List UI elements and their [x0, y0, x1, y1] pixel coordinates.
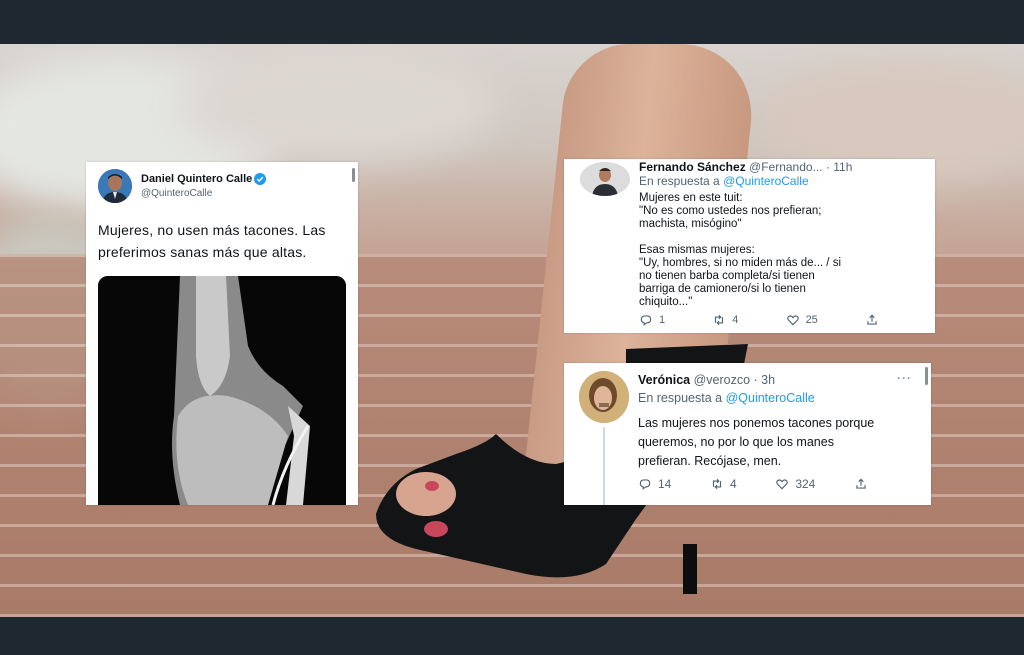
retweet-icon	[715, 314, 724, 326]
reply-context: En respuesta a @QuinteroCalle	[639, 174, 809, 188]
action-bar: 1 4 25	[639, 313, 879, 327]
handle-time[interactable]: @Fernando... · 11h	[749, 160, 852, 174]
share-button[interactable]	[854, 477, 868, 491]
avatar[interactable]	[98, 169, 132, 203]
verified-badge-icon	[254, 173, 266, 185]
avatar-photo	[579, 371, 629, 423]
reply-count: 1	[659, 314, 666, 326]
reply-icon	[640, 315, 652, 326]
reply-button[interactable]: 14	[638, 477, 671, 491]
tweet-card-fernando[interactable]: Fernando Sánchez @Fernando... · 11h En r…	[564, 159, 935, 333]
retweet-button[interactable]: 4	[712, 313, 738, 327]
tweet-text: Mujeres en este tuit: "No es como ustede…	[639, 192, 841, 308]
reply-to-link[interactable]: @QuinteroCalle	[723, 174, 809, 188]
like-count: 324	[795, 477, 816, 491]
share-button[interactable]	[865, 313, 879, 327]
bottom-letterbox	[0, 617, 1024, 655]
heart-icon	[786, 315, 799, 326]
tweet-card-daniel[interactable]: Daniel Quintero Calle @QuinteroCalle Muj…	[86, 162, 358, 505]
avatar[interactable]	[579, 371, 629, 423]
heart-icon	[776, 479, 789, 490]
xray-foot-heel-image	[98, 276, 346, 505]
avatar-photo	[98, 169, 132, 203]
action-bar: 14 4 324	[638, 477, 868, 491]
like-count: 25	[805, 314, 818, 326]
retweet-icon	[712, 478, 722, 490]
tweet-card-veronica[interactable]: Verónica @verozco · 3h ··· En respuesta …	[564, 363, 931, 505]
like-button[interactable]: 324	[775, 477, 815, 491]
reply-context: En respuesta a @QuinteroCalle	[638, 391, 815, 405]
reply-prefix: En respuesta a	[638, 391, 723, 405]
display-name[interactable]: Verónica	[638, 373, 690, 387]
scrollbar[interactable]	[925, 367, 928, 385]
more-icon[interactable]: ···	[897, 371, 912, 385]
retweet-count: 4	[730, 477, 737, 491]
scrollbar[interactable]	[352, 168, 355, 182]
avatar[interactable]	[580, 162, 630, 196]
reply-button[interactable]: 1	[639, 313, 665, 327]
tweet-text: Mujeres, no usen más tacones. Las prefer…	[98, 222, 326, 260]
display-name[interactable]: Fernando Sánchez	[639, 160, 746, 174]
thread-line	[603, 427, 605, 505]
top-letterbox	[0, 0, 1024, 44]
retweet-count: 4	[732, 314, 739, 326]
handle[interactable]: @QuinteroCalle	[141, 188, 212, 199]
xray-image[interactable]	[98, 276, 346, 505]
display-name[interactable]: Daniel Quintero Calle	[141, 173, 252, 185]
bokeh-light	[180, 44, 500, 164]
handle-time[interactable]: @verozco · 3h	[694, 373, 775, 387]
reply-count: 14	[658, 477, 672, 491]
tweet-header: Verónica @verozco · 3h	[638, 373, 775, 387]
tweet-header: Fernando Sánchez @Fernando... · 11h	[639, 160, 852, 174]
tweet-text: Las mujeres nos ponemos tacones porque q…	[638, 416, 875, 468]
share-icon	[867, 314, 877, 325]
like-button[interactable]: 25	[786, 313, 818, 327]
retweet-button[interactable]: 4	[710, 477, 737, 491]
reply-to-link[interactable]: @QuinteroCalle	[726, 391, 815, 405]
reply-icon	[639, 479, 651, 490]
share-icon	[856, 478, 866, 489]
reply-prefix: En respuesta a	[639, 174, 720, 188]
avatar-photo	[580, 162, 630, 196]
